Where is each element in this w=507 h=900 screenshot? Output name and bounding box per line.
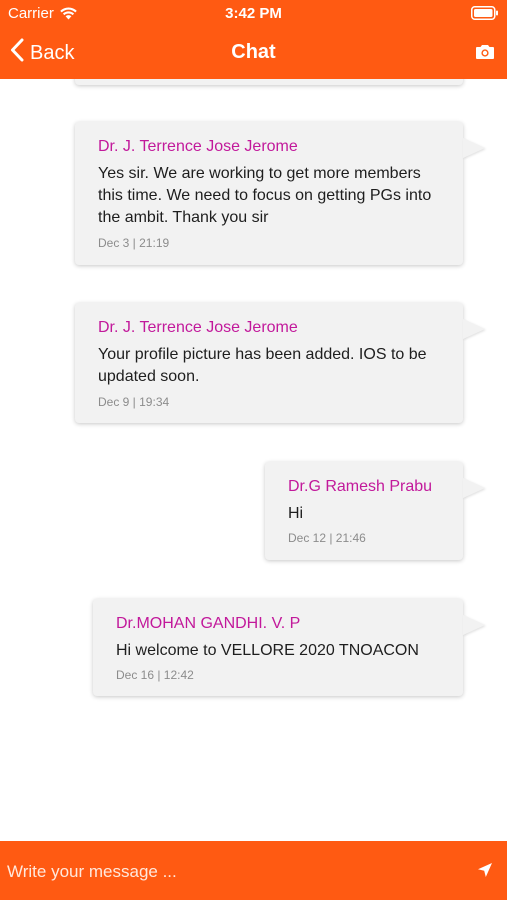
message-timestamp: Dec 9 | 19:34 [98,395,170,409]
chat-message-list[interactable]: Dr. J. Terrence Jose Jerome Yes sir. We … [0,79,507,841]
message-timestamp: Dec 16 | 12:42 [116,668,194,682]
message-bubble: Dr.MOHAN GANDHI. V. P Hi welcome to VELL… [93,599,463,696]
status-bar: Carrier 3:42 PM [0,0,507,28]
message-bubble-partial [75,79,463,85]
message-text: Yes sir. We are working to get more memb… [98,165,432,226]
top-bar: Carrier 3:42 PM Back Chat [0,0,507,79]
message-bubble: Dr. J. Terrence Jose Jerome Yes sir. We … [75,122,463,265]
status-time: 3:42 PM [225,5,282,22]
message-bubble: Dr.G Ramesh Prabu Hi Dec 12 | 21:46 [265,462,463,560]
message-sender: Dr.G Ramesh Prabu [288,478,433,495]
page-title: Chat [231,41,276,63]
send-icon[interactable] [477,862,493,883]
compose-bar [0,841,507,900]
message-timestamp: Dec 3 | 21:19 [98,236,170,250]
message-sender: Dr. J. Terrence Jose Jerome [98,138,298,155]
message-text: Hi [288,505,304,522]
navigation-bar: Back Chat [0,28,507,79]
message-sender: Dr.MOHAN GANDHI. V. P [116,615,301,632]
message-text: Your profile picture has been added. IOS… [98,346,427,385]
message-bubble: Dr. J. Terrence Jose Jerome Your profile… [75,303,463,423]
battery-icon [471,6,499,24]
message-text: Hi welcome to VELLORE 2020 TNOACON [116,642,419,659]
message-input[interactable] [7,860,447,884]
message-timestamp: Dec 12 | 21:46 [288,531,366,545]
message-sender: Dr. J. Terrence Jose Jerome [98,319,298,336]
camera-icon[interactable] [475,44,495,65]
